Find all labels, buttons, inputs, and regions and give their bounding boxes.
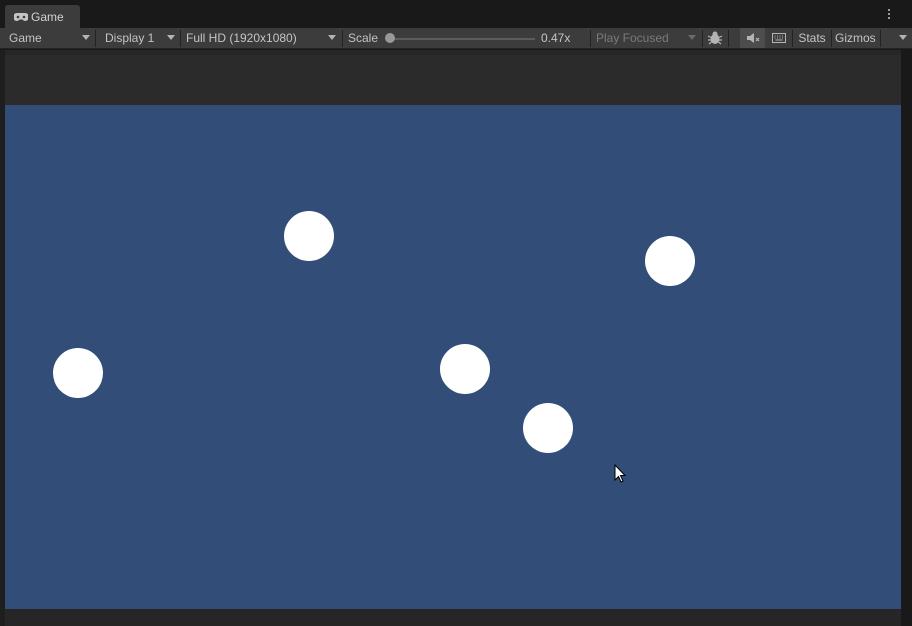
ball	[53, 348, 103, 398]
ball	[284, 211, 334, 261]
debug-button[interactable]	[703, 28, 727, 48]
display-dropdown[interactable]: Display 1	[96, 28, 180, 48]
chevron-down-icon	[82, 35, 90, 40]
chevron-down-icon	[328, 35, 336, 40]
muted-speaker-icon	[746, 33, 759, 43]
gizmos-dropdown[interactable]	[881, 28, 912, 48]
more-options-icon[interactable]	[888, 9, 892, 21]
ball	[440, 344, 490, 394]
stats-label: Stats	[798, 31, 826, 45]
play-mode-dropdown[interactable]: Play Focused	[591, 28, 701, 48]
ball	[523, 403, 573, 453]
scale-slider-thumb[interactable]	[385, 33, 395, 43]
mode-value: Game	[9, 31, 42, 45]
divider	[728, 30, 729, 47]
play-mode-value: Play Focused	[596, 31, 669, 45]
keyboard-shortcuts-button[interactable]	[766, 28, 791, 48]
resolution-dropdown[interactable]: Full HD (1920x1080)	[181, 28, 341, 48]
mouse-cursor-icon	[614, 464, 626, 483]
divider	[831, 30, 832, 47]
gamepad-icon	[14, 12, 28, 21]
mute-audio-button[interactable]	[740, 28, 765, 48]
gizmos-label: Gizmos	[835, 31, 876, 45]
resolution-value: Full HD (1920x1080)	[186, 31, 297, 45]
display-value: Display 1	[105, 31, 155, 45]
scale-label: Scale	[348, 31, 379, 45]
bug-icon	[707, 31, 723, 45]
letterbox-top	[5, 55, 901, 105]
scale-slider-track[interactable]	[390, 38, 535, 40]
game-render-area[interactable]	[5, 105, 901, 609]
chevron-down-icon	[899, 35, 907, 40]
ball	[645, 236, 695, 286]
game-toolbar: Game Display 1 Full HD (1920x1080) Scale…	[0, 28, 912, 49]
stats-button[interactable]: Stats	[793, 28, 831, 48]
tab-label: Game	[31, 9, 64, 24]
chevron-down-icon	[167, 35, 175, 40]
keyboard-icon	[771, 33, 786, 43]
tab-bar: Game	[0, 0, 912, 28]
scale-value: 0.47x	[541, 31, 571, 45]
game-view[interactable]	[5, 50, 901, 626]
mode-dropdown[interactable]: Game	[0, 28, 95, 48]
tab-game[interactable]: Game	[5, 5, 80, 28]
chevron-down-icon	[688, 35, 696, 40]
gizmos-button[interactable]: Gizmos	[835, 28, 876, 48]
divider	[342, 30, 343, 47]
